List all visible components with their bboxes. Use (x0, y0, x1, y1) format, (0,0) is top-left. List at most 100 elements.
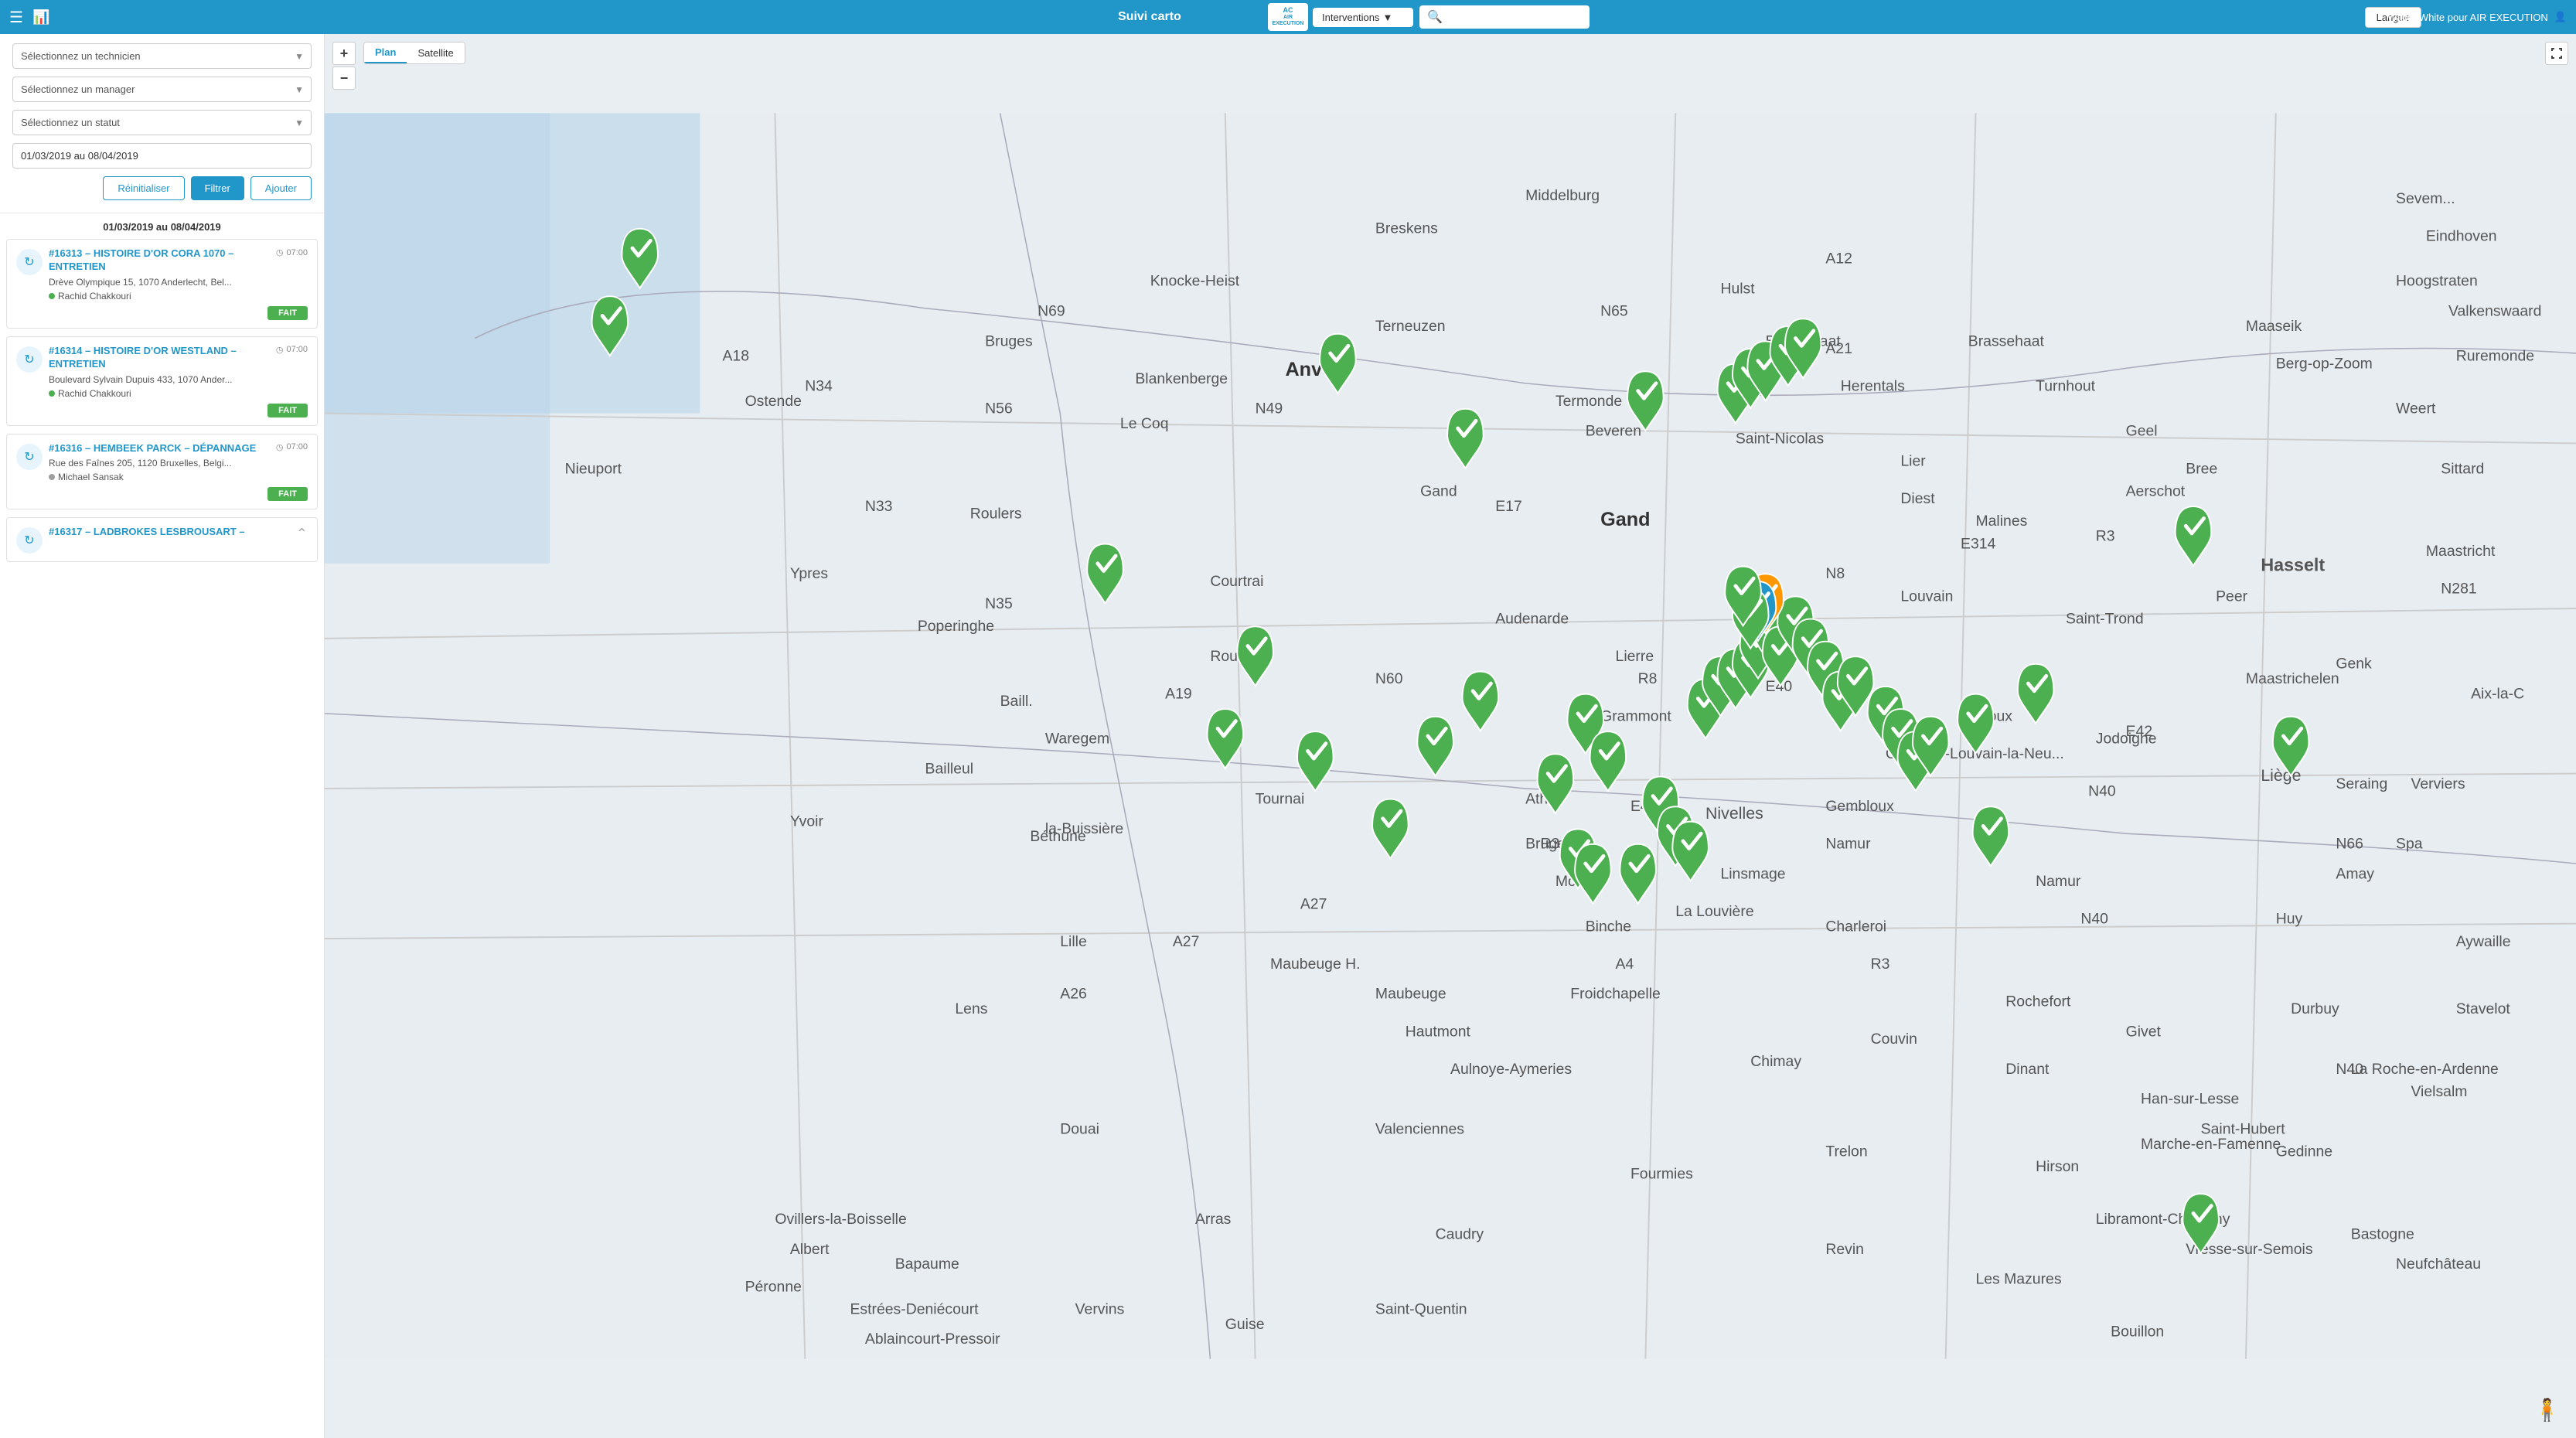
svg-text:N65: N65 (1600, 302, 1628, 319)
interventions-dropdown[interactable]: Interventions ▼ (1313, 8, 1413, 27)
filter-button[interactable]: Filtrer (191, 176, 244, 200)
svg-text:Saint-Trond: Saint-Trond (2066, 610, 2144, 627)
tech-name: Rachid Chakkouri (58, 291, 131, 302)
svg-text:Blankenberge: Blankenberge (1135, 370, 1228, 387)
svg-text:Sevem...: Sevem... (2396, 190, 2455, 207)
list-item[interactable]: ↻ #16313 – HISTOIRE D'OR CORA 1070 – ENT… (6, 239, 318, 329)
svg-text:Beveren: Beveren (1586, 423, 1641, 440)
fullscreen-button[interactable] (2545, 42, 2568, 65)
menu-icon[interactable]: ☰ (9, 8, 23, 27)
svg-text:N49: N49 (1256, 400, 1283, 417)
map-plan-button[interactable]: Plan (364, 43, 407, 63)
status-badge: FAIT (267, 306, 308, 320)
list-item[interactable]: ↻ #16314 – HISTOIRE D'OR WESTLAND – ENTR… (6, 336, 318, 426)
svg-text:Aywaille: Aywaille (2456, 933, 2511, 950)
svg-text:Valenciennes: Valenciennes (1375, 1120, 1464, 1137)
svg-text:N281: N281 (2441, 581, 2476, 598)
card-body: #16314 – HISTOIRE D'OR WESTLAND – ENTRET… (49, 345, 308, 417)
map-type-selector: Plan Satellite (363, 42, 465, 64)
svg-text:Diest: Diest (1900, 490, 1935, 507)
svg-text:Eindhoven: Eindhoven (2426, 227, 2497, 244)
svg-text:Amay: Amay (2336, 865, 2374, 882)
svg-text:Spa: Spa (2396, 836, 2423, 853)
svg-text:Louvain: Louvain (1900, 588, 1953, 605)
svg-text:Roulers: Roulers (970, 506, 1022, 523)
card-technician: Michael Sansak (49, 472, 308, 482)
interventions-label: Interventions (1322, 12, 1379, 23)
svg-text:R3: R3 (1871, 956, 1890, 973)
svg-text:Ruremonde: Ruremonde (2456, 348, 2534, 365)
card-title-row: #16313 – HISTOIRE D'OR CORA 1070 – ENTRE… (49, 247, 308, 277)
svg-text:Ostende: Ostende (745, 393, 802, 410)
card-title: #16313 – HISTOIRE D'OR CORA 1070 – ENTRE… (49, 247, 276, 274)
card-row-bottom: FAIT (49, 404, 308, 417)
svg-text:Chimay: Chimay (1750, 1053, 1801, 1070)
card-title-row: #16314 – HISTOIRE D'OR WESTLAND – ENTRET… (49, 345, 308, 374)
card-title-row: #16317 – LADBROKES LESBROUSART – ⌃ (49, 526, 308, 542)
svg-text:Maubeuge: Maubeuge (1375, 986, 1446, 1003)
list-item[interactable]: ↻ #16316 – HEMBEEK PARCK – DÉPANNAGE ◷ 0… (6, 434, 318, 510)
svg-text:Hautmont: Hautmont (1406, 1023, 1471, 1040)
svg-text:Huy: Huy (2276, 911, 2303, 928)
time-value: 07:00 (286, 248, 308, 257)
svg-text:Neufchâteau: Neufchâteau (2396, 1256, 2481, 1273)
pegman-icon[interactable]: 🧍 (2533, 1397, 2561, 1423)
manager-select[interactable]: Sélectionnez un manager (12, 77, 312, 102)
search-bar: 🔍 (1419, 5, 1590, 29)
svg-text:Genk: Genk (2336, 656, 2372, 673)
reset-button[interactable]: Réinitialiser (103, 176, 184, 200)
svg-text:Gembloux: Gembloux (1825, 798, 1894, 815)
technicien-select[interactable]: Sélectionnez un technicien (12, 43, 312, 69)
date-range-input[interactable] (12, 143, 312, 169)
svg-text:Maaseik: Maaseik (2246, 318, 2302, 335)
svg-text:Namur: Namur (2036, 873, 2081, 890)
svg-text:Albert: Albert (790, 1241, 830, 1258)
svg-text:N66: N66 (2336, 836, 2363, 853)
map-canvas[interactable]: Anvers Gand Hasselt Liège Nivelles Ottig… (325, 34, 2576, 1438)
card-address: Drève Olympique 15, 1070 Anderlecht, Bel… (49, 277, 308, 288)
svg-text:N34: N34 (805, 377, 833, 394)
filters-panel: Sélectionnez un technicien ▼ Sélectionne… (0, 34, 324, 213)
svg-text:Brassehaat: Brassehaat (1968, 332, 2045, 349)
svg-text:R8: R8 (1638, 670, 1658, 687)
svg-text:Peer: Peer (2216, 588, 2248, 605)
expand-icon[interactable]: ⌃ (296, 526, 308, 542)
list-item[interactable]: ↻ #16317 – LADBROKES LESBROUSART – ⌃ (6, 517, 318, 562)
card-sync-icon: ↻ (16, 346, 43, 373)
date-range-label: 01/03/2019 au 08/04/2019 (0, 213, 324, 239)
svg-text:Hulst: Hulst (1720, 280, 1755, 297)
svg-text:Bastogne: Bastogne (2351, 1225, 2414, 1242)
time-value: 07:00 (286, 345, 308, 354)
add-button[interactable]: Ajouter (250, 176, 312, 200)
svg-text:Le Coq: Le Coq (1120, 415, 1169, 432)
svg-text:A21: A21 (1825, 340, 1852, 357)
svg-text:Guise: Guise (1225, 1316, 1265, 1333)
svg-text:Geel: Geel (2126, 423, 2158, 440)
zoom-in-button[interactable]: + (332, 42, 356, 65)
svg-text:N33: N33 (865, 498, 893, 515)
svg-text:Givet: Givet (2126, 1023, 2162, 1040)
svg-text:Lille: Lille (1060, 933, 1087, 950)
tech-status-dot (49, 474, 55, 480)
svg-text:Maastrichelen: Maastrichelen (2246, 670, 2339, 687)
svg-text:Poperinghe: Poperinghe (918, 618, 994, 635)
svg-text:Ablaincourt-Pressoir: Ablaincourt-Pressoir (865, 1331, 1000, 1348)
zoom-out-button[interactable]: − (332, 66, 356, 90)
topnav: ☰ 📊 Suivi carto AC AIR EXECUTION Interve… (0, 0, 2576, 34)
map-satellite-button[interactable]: Satellite (407, 43, 464, 63)
svg-text:Waregem: Waregem (1045, 731, 1109, 748)
card-time: ◷ 07:00 (276, 247, 308, 257)
chart-icon[interactable]: 📊 (32, 9, 49, 26)
svg-text:la-Buissière: la-Buissière (1045, 820, 1123, 837)
search-input[interactable] (1443, 12, 1582, 23)
map-svg: Anvers Gand Hasselt Liège Nivelles Ottig… (325, 34, 2576, 1438)
status-badge: FAIT (267, 487, 308, 501)
card-address: Boulevard Sylvain Dupuis 433, 1070 Ander… (49, 374, 308, 385)
svg-text:Gedinne: Gedinne (2276, 1143, 2332, 1160)
svg-text:Fourmies: Fourmies (1630, 1166, 1693, 1183)
svg-text:Baill.: Baill. (1000, 693, 1033, 710)
sidebar: Sélectionnez un technicien ▼ Sélectionne… (0, 34, 325, 1438)
statut-select-wrapper: Sélectionnez un statut ▼ (12, 110, 312, 135)
statut-select[interactable]: Sélectionnez un statut (12, 110, 312, 135)
tech-status-dot (49, 390, 55, 397)
